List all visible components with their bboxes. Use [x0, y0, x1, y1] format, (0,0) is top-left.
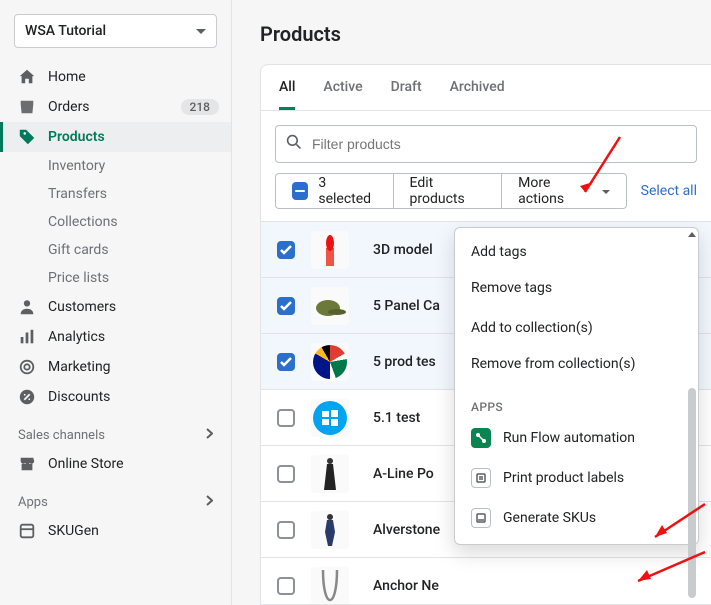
store-icon: [18, 455, 36, 473]
search-icon: [286, 134, 302, 154]
product-thumbnail: [311, 567, 349, 605]
apps-heading[interactable]: Apps: [0, 479, 231, 516]
row-checkbox[interactable]: [277, 353, 295, 371]
nav-sub-transfers[interactable]: Transfers: [0, 180, 231, 208]
nav-label: Products: [48, 129, 219, 145]
nav-analytics[interactable]: Analytics: [0, 322, 231, 352]
button-label: More actions: [518, 175, 591, 207]
nav-label: Orders: [48, 99, 169, 115]
sidebar: WSA Tutorial Home Orders 218 Products In…: [0, 0, 232, 605]
nav-label: Marketing: [48, 359, 219, 375]
dd-add-to-collections[interactable]: Add to collection(s): [455, 310, 698, 346]
row-checkbox[interactable]: [277, 409, 295, 427]
dd-add-tags[interactable]: Add tags: [455, 234, 698, 270]
product-thumbnail: [311, 399, 349, 437]
flow-icon: [471, 428, 491, 448]
nav-home[interactable]: Home: [0, 62, 231, 92]
nav-sub-inventory[interactable]: Inventory: [0, 152, 231, 180]
product-thumbnail: [311, 231, 349, 269]
product-thumbnail: [311, 511, 349, 549]
row-checkbox[interactable]: [277, 297, 295, 315]
dd-apps-heading: APPS: [455, 386, 698, 418]
dd-print-labels[interactable]: Print product labels: [455, 458, 698, 498]
row-checkbox[interactable]: [277, 465, 295, 483]
nav-sub-gift-cards[interactable]: Gift cards: [0, 236, 231, 264]
nav-label: Online Store: [48, 456, 219, 472]
nav-discounts[interactable]: Discounts: [0, 382, 231, 412]
nav-sub-collections[interactable]: Collections: [0, 208, 231, 236]
nav-orders[interactable]: Orders 218: [0, 92, 231, 122]
dd-item-label: Generate SKUs: [503, 510, 596, 526]
section-label: Sales channels: [18, 428, 105, 443]
edit-products-button[interactable]: Edit products: [394, 173, 503, 209]
row-checkbox[interactable]: [277, 577, 295, 595]
orders-count-badge: 218: [181, 99, 219, 115]
bulk-action-bar: 3 selected Edit products More actions Se…: [261, 173, 711, 221]
filter-products-input[interactable]: [275, 125, 697, 163]
dd-generate-skus[interactable]: Generate SKUs: [455, 498, 698, 538]
nav-sub-price-lists[interactable]: Price lists: [0, 264, 231, 292]
store-switcher[interactable]: WSA Tutorial: [14, 14, 217, 48]
nav-online-store[interactable]: Online Store: [0, 449, 231, 479]
selected-count-label: 3 selected: [318, 175, 376, 207]
dd-item-label: Run Flow automation: [503, 430, 635, 446]
filter-row: [261, 111, 711, 173]
scrollbar-up-icon: [688, 232, 696, 237]
nav-label: Discounts: [48, 389, 219, 405]
dd-item-label: Print product labels: [503, 470, 624, 486]
tab-archived[interactable]: Archived: [450, 65, 505, 110]
filter-input-field[interactable]: [312, 136, 686, 152]
tag-icon: [18, 128, 36, 146]
nav-marketing[interactable]: Marketing: [0, 352, 231, 382]
row-checkbox[interactable]: [277, 521, 295, 539]
more-actions-button[interactable]: More actions: [502, 173, 626, 209]
tab-draft[interactable]: Draft: [391, 65, 422, 110]
product-name: Anchor Ne: [365, 578, 695, 594]
analytics-icon: [18, 328, 36, 346]
nav-label: SKUGen: [48, 523, 219, 539]
select-all-link[interactable]: Select all: [641, 183, 697, 199]
dd-run-flow[interactable]: Run Flow automation: [455, 418, 698, 458]
dd-remove-tags[interactable]: Remove tags: [455, 270, 698, 306]
page-title: Products: [260, 22, 711, 46]
selection-count[interactable]: 3 selected: [275, 173, 394, 209]
app-icon: [18, 522, 36, 540]
row-checkbox[interactable]: [277, 241, 295, 259]
more-actions-dropdown: Add tags Remove tags Add to collection(s…: [454, 227, 699, 545]
sales-channels-heading[interactable]: Sales channels: [0, 412, 231, 449]
chevron-down-icon: [196, 23, 206, 39]
person-icon: [18, 298, 36, 316]
nav-app-skugen[interactable]: SKUGen: [0, 516, 231, 546]
sku-icon: [471, 508, 491, 528]
product-thumbnail: [311, 287, 349, 325]
indeterminate-checkbox-icon: [292, 182, 308, 200]
button-label: Edit products: [410, 175, 486, 207]
tab-active[interactable]: Active: [323, 65, 362, 110]
product-thumbnail: [311, 455, 349, 493]
chevron-right-icon: [206, 428, 213, 443]
nav-label: Customers: [48, 299, 219, 315]
nav-label: Analytics: [48, 329, 219, 345]
store-name: WSA Tutorial: [25, 23, 106, 39]
product-row[interactable]: Anchor Ne: [261, 558, 711, 604]
chevron-right-icon: [206, 495, 213, 510]
nav-products[interactable]: Products: [0, 122, 231, 152]
orders-icon: [18, 98, 36, 116]
label-icon: [471, 468, 491, 488]
product-tabs: All Active Draft Archived: [261, 65, 711, 111]
home-icon: [18, 68, 36, 86]
nav-customers[interactable]: Customers: [0, 292, 231, 322]
primary-nav: Home Orders 218 Products Inventory Trans…: [0, 62, 231, 412]
dd-remove-from-collections[interactable]: Remove from collection(s): [455, 346, 698, 382]
dropdown-scrollbar[interactable]: [688, 388, 696, 598]
caret-down-icon: [602, 183, 610, 199]
product-thumbnail: [311, 343, 349, 381]
discount-icon: [18, 388, 36, 406]
section-label: Apps: [18, 495, 48, 510]
tab-all[interactable]: All: [279, 65, 295, 110]
target-icon: [18, 358, 36, 376]
nav-label: Home: [48, 69, 219, 85]
